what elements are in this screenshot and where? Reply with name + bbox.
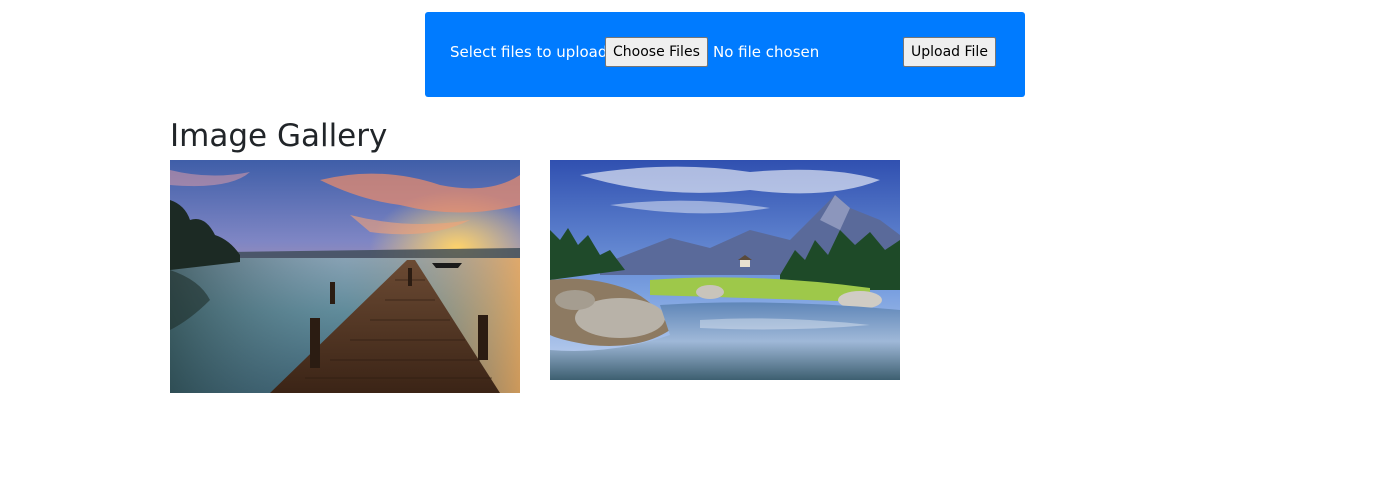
upload-file-button[interactable]: Upload File <box>903 37 996 67</box>
pier-sunset-image[interactable] <box>170 160 520 393</box>
file-status-text: No file chosen <box>713 43 820 61</box>
mountain-lake-image[interactable] <box>550 160 900 380</box>
choose-files-button[interactable]: Choose Files <box>605 37 708 67</box>
gallery-title: Image Gallery <box>170 118 388 154</box>
upload-label: Select files to upload: <box>450 43 613 61</box>
upload-panel: Select files to upload: Choose Files No … <box>425 12 1025 97</box>
